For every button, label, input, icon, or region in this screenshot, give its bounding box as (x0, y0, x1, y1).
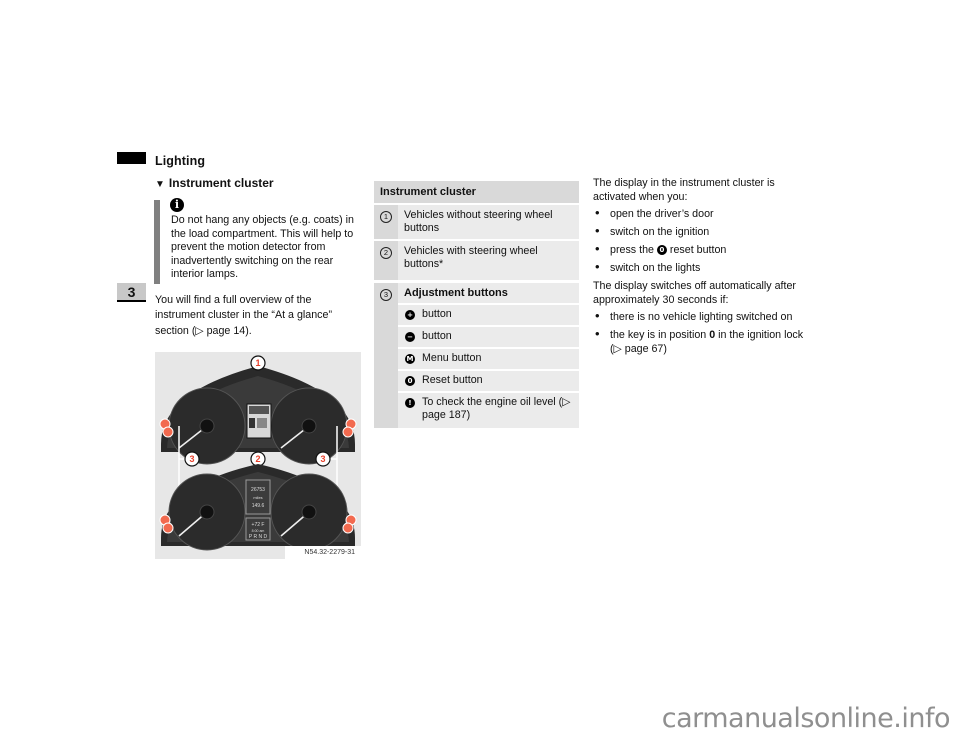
list-item: switch on the ignition (593, 224, 815, 239)
intro-text: You will find a full overview of the ins… (155, 294, 333, 337)
note-bar (154, 200, 160, 284)
plus-button-icon: + (405, 310, 415, 321)
svg-text:3: 3 (189, 454, 194, 464)
minus-button-icon: − (405, 332, 415, 343)
deactivation-list: there is no vehicle lighting switched on… (593, 309, 815, 356)
adjust-item: M Menu button (398, 347, 579, 369)
adjustment-title: Adjustment buttons (404, 287, 508, 299)
list-item: there is no vehicle lighting switched on (593, 309, 815, 324)
adjust-item-text: Menu button (422, 352, 482, 364)
list-item: open the driver’s door (593, 206, 815, 221)
table-row: 2 Vehicles with steering wheel buttons* (374, 241, 579, 280)
deactivation-paragraph: The display switches off automatically a… (593, 280, 796, 306)
svg-text:3: 3 (320, 454, 325, 464)
adjust-item: − button (398, 325, 579, 347)
chapter-number: 3 (117, 283, 146, 302)
callout-number: 2 (380, 247, 392, 259)
subsection-title-text: Instrument cluster (168, 176, 274, 190)
svg-text:P R N D: P R N D (249, 534, 268, 540)
adjust-item-text: button (422, 330, 452, 342)
legend-table: Instrument cluster 1 Vehicles without st… (374, 181, 579, 280)
watermark: carmanualsonline.info (661, 703, 951, 734)
svg-text:miles: miles (253, 495, 262, 500)
triangle-down-icon: ▼ (155, 179, 165, 190)
cluster-with-steering-buttons: 26753 miles 149.6 +72 F 8:00 am P R N D (159, 464, 357, 551)
info-icon: i (170, 198, 184, 212)
svg-text:+72 F: +72 F (252, 522, 265, 528)
menu-button-icon: M (405, 354, 415, 365)
figure-code: N54.32-2279-31 (304, 549, 355, 556)
note-text: Do not hang any objects (e.g. coats) in … (171, 214, 354, 281)
table-row-text: Vehicles with steering wheel buttons* (404, 245, 538, 270)
adjust-item-text: button (422, 308, 452, 320)
section-tab-marker (117, 152, 146, 164)
list-item: press the 0 reset button (593, 242, 815, 257)
instrument-cluster-figure: 1 3 2 3 26753 miles 149.6 +72 F 8:00 am … (155, 352, 361, 559)
list-item: the key is in position 0 in the ignition… (593, 327, 815, 356)
instrument-cluster-illustration: 1 3 2 3 26753 miles 149.6 +72 F 8:00 am … (159, 355, 361, 559)
table-row-text: Vehicles without steering wheel buttons (404, 209, 553, 234)
activation-paragraph: The display in the instrument cluster is… (593, 177, 775, 203)
activation-list: open the driver’s door switch on the ign… (593, 206, 815, 275)
subsection-title: ▼ Instrument cluster (155, 176, 274, 190)
cluster-without-steering-buttons (159, 366, 357, 465)
adjust-item: ! To check the engine oil level (▷ page … (398, 391, 579, 428)
svg-text:8:00 am: 8:00 am (252, 529, 265, 533)
table-row: 1 Vehicles without steering wheel button… (374, 203, 579, 241)
table-header: Instrument cluster (374, 181, 579, 203)
right-column: The display in the instrument cluster is… (593, 176, 815, 360)
svg-text:26753: 26753 (251, 487, 265, 493)
adjustment-table: 3 Adjustment buttons + button − button M… (374, 283, 579, 428)
reset-button-icon: 0 (656, 245, 667, 256)
adjust-item-text: Reset button (422, 374, 483, 386)
table-row: 3 Adjustment buttons + button − button M… (374, 283, 579, 428)
callout-1-label: 1 (255, 358, 260, 368)
section-title: Lighting (155, 154, 206, 168)
oil-level-button-icon: ! (405, 398, 415, 409)
callout-number: 1 (380, 211, 392, 223)
reset-button-icon: 0 (405, 376, 415, 387)
intro-paragraph: You will find a full overview of the ins… (155, 293, 363, 339)
svg-text:149.6: 149.6 (252, 503, 265, 509)
svg-text:2: 2 (255, 454, 260, 464)
callout-number: 3 (380, 289, 392, 301)
list-item: switch on the lights (593, 260, 815, 275)
adjust-item-text: To check the engine oil level (▷ page 18… (422, 396, 571, 421)
adjust-item: 0 Reset button (398, 369, 579, 391)
adjust-item: + button (398, 303, 579, 325)
